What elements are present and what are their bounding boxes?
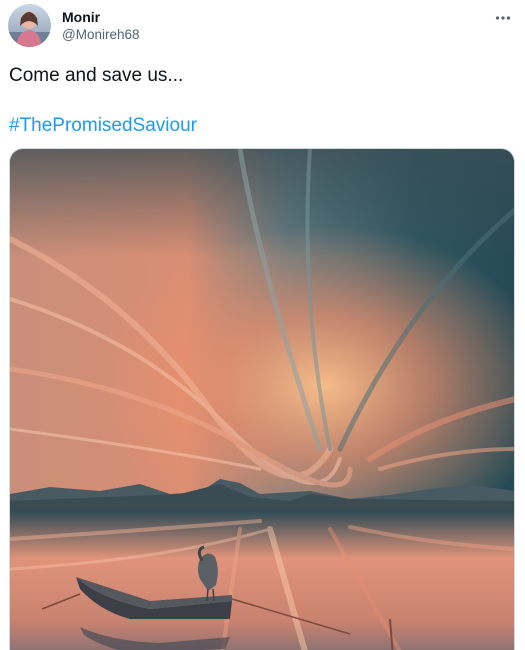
tweet-text: Come and save us... — [9, 65, 184, 86]
avatar[interactable] — [8, 4, 51, 47]
user-handle[interactable]: @Monireh68 — [62, 27, 140, 42]
hashtag-link[interactable]: #ThePromisedSaviour — [9, 114, 197, 138]
display-name[interactable]: Monir — [62, 9, 100, 25]
tweet-media-image[interactable] — [9, 148, 515, 650]
more-horizontal-icon — [494, 9, 512, 27]
more-options-button[interactable] — [489, 4, 517, 32]
tweet-card: Monir @Monireh68 Come and save us... #Th… — [0, 0, 525, 650]
